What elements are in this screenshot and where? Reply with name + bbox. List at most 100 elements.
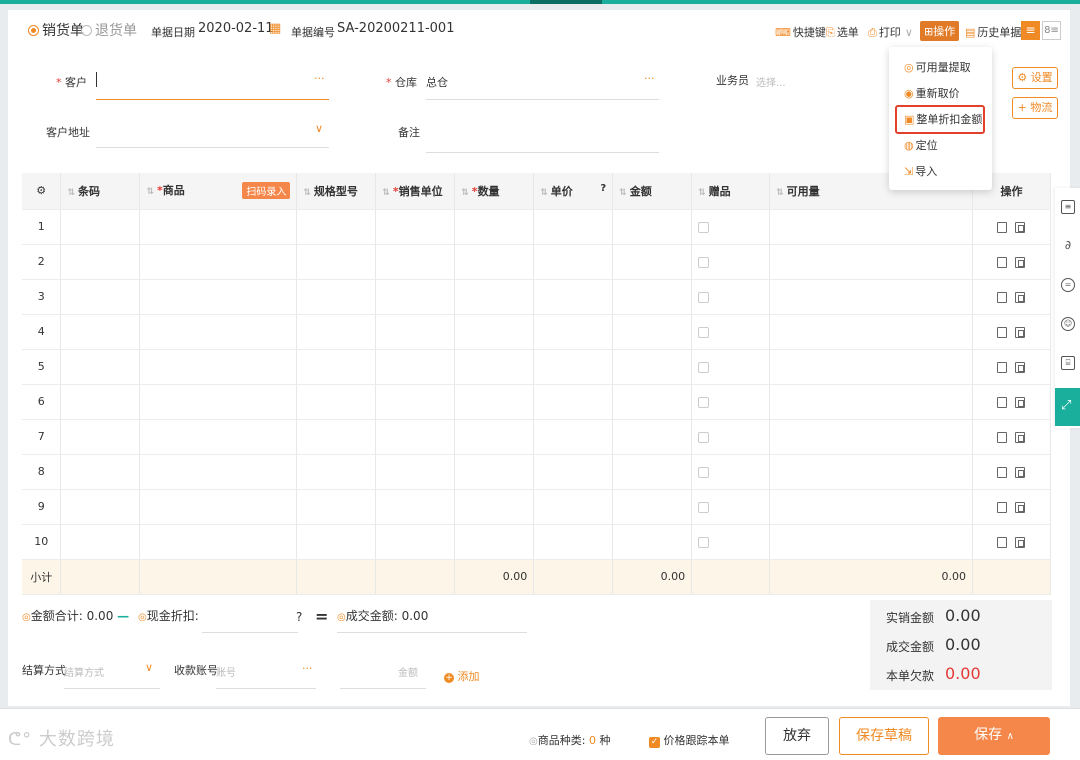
- gift-checkbox[interactable]: [698, 536, 710, 548]
- chevron-down-icon[interactable]: ∨: [145, 661, 153, 674]
- cell-spec[interactable]: [296, 384, 377, 420]
- warehouse-more-icon[interactable]: ···: [644, 72, 655, 85]
- cell-qty[interactable]: [454, 349, 535, 385]
- cell-amount[interactable]: [612, 349, 693, 385]
- help-icon[interactable]: ?: [600, 183, 606, 194]
- salesman-input[interactable]: 选择...: [756, 74, 786, 89]
- cell-amount[interactable]: [612, 489, 693, 525]
- cell-barcode[interactable]: [60, 454, 141, 490]
- delete-icon[interactable]: [997, 536, 1008, 548]
- cell-unit[interactable]: [375, 454, 456, 490]
- col-spec[interactable]: ⇅ 规格型号: [296, 173, 377, 210]
- cell-unit[interactable]: [375, 244, 456, 280]
- cell-qty[interactable]: [454, 419, 535, 455]
- col-unit[interactable]: ⇅ *销售单位: [375, 173, 456, 210]
- table-row[interactable]: 8: [22, 454, 1052, 490]
- gift-checkbox[interactable]: [698, 291, 710, 303]
- table-row[interactable]: 7: [22, 419, 1052, 455]
- column-settings-icon[interactable]: ⚙: [22, 173, 62, 210]
- col-qty[interactable]: ⇅ *数量: [454, 173, 535, 210]
- cell-product[interactable]: [139, 419, 298, 455]
- gift-checkbox[interactable]: [698, 466, 710, 478]
- delete-icon[interactable]: [997, 466, 1008, 478]
- cell-unit[interactable]: [375, 279, 456, 315]
- cell-qty[interactable]: [454, 244, 535, 280]
- address-select[interactable]: [96, 147, 329, 148]
- cell-price[interactable]: [533, 279, 614, 315]
- delete-icon[interactable]: [997, 291, 1008, 303]
- table-row[interactable]: 10: [22, 524, 1052, 560]
- cell-amount[interactable]: [612, 279, 693, 315]
- cell-barcode[interactable]: [60, 419, 141, 455]
- cell-amount[interactable]: [612, 244, 693, 280]
- menu-item-available-qty[interactable]: ◎ 可用量提取: [904, 59, 971, 75]
- menu-item-import[interactable]: ⇲ 导入: [904, 163, 937, 179]
- cell-price[interactable]: [533, 384, 614, 420]
- radio-return[interactable]: [81, 25, 92, 36]
- copy-icon[interactable]: [1015, 396, 1026, 408]
- menu-item-order-discount[interactable]: ▣ 整单折扣金额: [904, 111, 982, 127]
- gift-checkbox[interactable]: [698, 501, 710, 513]
- save-draft-button[interactable]: 保存草稿: [839, 717, 929, 755]
- expand-button[interactable]: ⤢: [1055, 388, 1080, 426]
- cell-price[interactable]: [533, 244, 614, 280]
- cell-unit[interactable]: [375, 524, 456, 560]
- col-amount[interactable]: ⇅ 金额: [612, 173, 693, 210]
- gift-checkbox[interactable]: [698, 326, 710, 338]
- cell-spec[interactable]: [296, 524, 377, 560]
- copy-icon[interactable]: [1015, 536, 1026, 548]
- save-button[interactable]: 保存 ∧: [938, 717, 1050, 755]
- cell-amount[interactable]: [612, 384, 693, 420]
- cell-product[interactable]: [139, 524, 298, 560]
- discard-button[interactable]: 放弃: [765, 717, 829, 755]
- help-icon[interactable]: ?: [296, 610, 302, 624]
- cell-product[interactable]: [139, 349, 298, 385]
- table-row[interactable]: 1: [22, 209, 1052, 245]
- table-row[interactable]: 2: [22, 244, 1052, 280]
- customer-more-icon[interactable]: ···: [314, 72, 325, 85]
- warehouse-input[interactable]: [426, 99, 659, 100]
- gift-checkbox[interactable]: [698, 256, 710, 268]
- table-row[interactable]: 5: [22, 349, 1052, 385]
- tab-return[interactable]: 退货单: [81, 10, 137, 52]
- cell-price[interactable]: [533, 524, 614, 560]
- table-row[interactable]: 9: [22, 489, 1052, 525]
- history-button[interactable]: ▤ 历史单据: [965, 24, 1021, 40]
- cell-amount[interactable]: [612, 524, 693, 560]
- date-value[interactable]: 2020-02-11: [198, 21, 274, 36]
- cell-barcode[interactable]: [60, 279, 141, 315]
- col-gift[interactable]: ⇅ 赠品: [691, 173, 771, 210]
- cell-spec[interactable]: [296, 244, 377, 280]
- remark-input[interactable]: [426, 152, 659, 153]
- delete-icon[interactable]: [997, 431, 1008, 443]
- cell-product[interactable]: [139, 314, 298, 350]
- cell-barcode[interactable]: [60, 244, 141, 280]
- cell-unit[interactable]: [375, 209, 456, 245]
- gift-checkbox[interactable]: [698, 221, 710, 233]
- delete-icon[interactable]: [997, 501, 1008, 513]
- list-view-icon[interactable]: ≡: [1021, 21, 1040, 40]
- account-input[interactable]: 账号: [216, 664, 236, 679]
- cell-spec[interactable]: [296, 349, 377, 385]
- col-product[interactable]: ⇅ *商品 扫码录入: [139, 173, 298, 210]
- cell-spec[interactable]: [296, 419, 377, 455]
- cell-price[interactable]: [533, 454, 614, 490]
- gift-checkbox[interactable]: [698, 431, 710, 443]
- menu-item-reprice[interactable]: ◉ 重新取价: [904, 85, 960, 101]
- card-view-icon[interactable]: 8≡: [1042, 21, 1061, 40]
- cell-barcode[interactable]: [60, 489, 141, 525]
- cell-price[interactable]: [533, 489, 614, 525]
- cell-barcode[interactable]: [60, 209, 141, 245]
- settle-amount-input[interactable]: 金额: [398, 664, 418, 679]
- cell-spec[interactable]: [296, 279, 377, 315]
- barcode-icon[interactable]: ⌸: [1061, 356, 1075, 370]
- cell-product[interactable]: [139, 384, 298, 420]
- link-icon[interactable]: ∂: [1061, 239, 1075, 253]
- cell-product[interactable]: [139, 279, 298, 315]
- cell-price[interactable]: [533, 419, 614, 455]
- cell-product[interactable]: [139, 209, 298, 245]
- delete-icon[interactable]: [997, 396, 1008, 408]
- cell-amount[interactable]: [612, 209, 693, 245]
- menu-item-locate[interactable]: ◍ 定位: [904, 137, 938, 153]
- delete-icon[interactable]: [997, 221, 1008, 233]
